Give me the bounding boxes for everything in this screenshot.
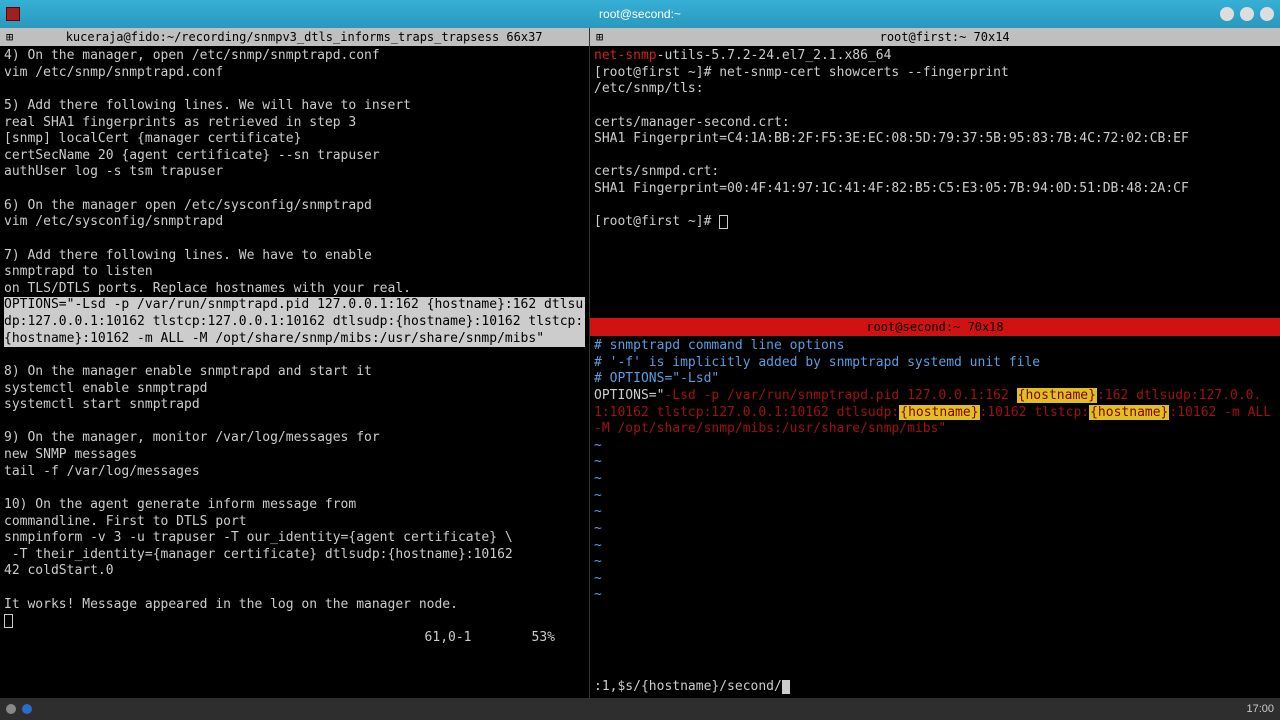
- tmux-layout-icon: ⊞: [590, 28, 609, 46]
- vim-tilde: ~: [594, 521, 602, 536]
- comment-line: # '-f' is implicitly added by snmptrapd …: [594, 355, 1040, 370]
- right-top-pane: ⊞ root@first:~ 70x14 net-snmp-utils-5.7.…: [590, 28, 1280, 318]
- comment-line: # snmptrapd command line options: [594, 338, 844, 353]
- taskbar-icon[interactable]: [22, 704, 32, 714]
- maximize-button[interactable]: [1240, 7, 1254, 21]
- vim-percent: 53%: [532, 630, 555, 647]
- vim-cursor: [4, 614, 13, 628]
- options-key: OPTIONS=": [594, 388, 664, 403]
- shell-cursor: [719, 215, 728, 229]
- vim-command-line[interactable]: :1,$s/{hostname}/second/: [594, 679, 782, 694]
- output-line: SHA1 Fingerprint=00:4F:41:97:1C:41:4F:82…: [594, 181, 1189, 196]
- options-seg: -Lsd -p /var/run/snmptrapd.pid 127.0.0.1…: [664, 388, 1016, 403]
- right-bottom-pane: root@second:~ 70x18 # snmptrapd command …: [590, 318, 1280, 698]
- shell-prompt: [root@first ~]#: [594, 65, 719, 80]
- vim-position: 61,0-1: [425, 630, 472, 647]
- minimize-button[interactable]: [1220, 7, 1234, 21]
- window-titlebar: root@second:~: [0, 0, 1280, 28]
- taskbar[interactable]: 17:00: [0, 698, 1280, 720]
- vim-tilde: ~: [594, 538, 602, 553]
- vim-tilde: ~: [594, 554, 602, 569]
- hostname-placeholder: {hostname}: [1017, 388, 1097, 403]
- vim-tilde: ~: [594, 504, 602, 519]
- pkg-name: net-snmp: [594, 48, 657, 63]
- output-line: /etc/snmp/tls:: [594, 81, 704, 96]
- comment-line: # OPTIONS="-Lsd": [594, 371, 719, 386]
- left-pane: ⊞ kuceraja@fido:~/recording/snmpv3_dtls_…: [0, 28, 590, 698]
- close-button[interactable]: [1260, 7, 1274, 21]
- app-icon: [6, 7, 20, 21]
- output-line: certs/snmpd.crt:: [594, 164, 719, 179]
- right-bottom-title-text: root@second:~ 70x18: [590, 318, 1280, 336]
- vim-tilde: ~: [594, 587, 602, 602]
- vim-tilde: ~: [594, 471, 602, 486]
- window-controls: [1220, 7, 1274, 21]
- vim-tilde: ~: [594, 571, 602, 586]
- hostname-placeholder: {hostname}: [899, 405, 979, 420]
- taskbar-icon[interactable]: [6, 704, 16, 714]
- vim-tilde: ~: [594, 438, 602, 453]
- right-bottom-terminal[interactable]: # snmptrapd command line options # '-f' …: [590, 336, 1280, 698]
- window-title: root@second:~: [599, 7, 681, 21]
- vim-cmd-cursor: [782, 680, 790, 694]
- shell-prompt: [root@first ~]#: [594, 214, 719, 229]
- output-line: SHA1 Fingerprint=C4:1A:BB:2F:F5:3E:EC:08…: [594, 131, 1189, 146]
- shell-command: net-snmp-cert showcerts --fingerprint: [719, 65, 1009, 80]
- tmux-layout-icon: ⊞: [0, 28, 19, 46]
- clock: 17:00: [1246, 703, 1274, 715]
- output-line: certs/manager-second.crt:: [594, 115, 790, 130]
- pkg-version: -utils-5.7.2-24.el7_2.1.x86_64: [657, 48, 892, 63]
- left-pane-title: ⊞ kuceraja@fido:~/recording/snmpv3_dtls_…: [0, 28, 589, 46]
- vim-tilde: ~: [594, 454, 602, 469]
- right-bottom-title: root@second:~ 70x18: [590, 318, 1280, 336]
- left-pane-title-text: kuceraja@fido:~/recording/snmpv3_dtls_in…: [19, 28, 589, 46]
- vim-tilde: ~: [594, 488, 602, 503]
- options-seg: :10162 tlstcp:: [980, 405, 1090, 420]
- right-top-title: ⊞ root@first:~ 70x14: [590, 28, 1280, 46]
- right-top-title-text: root@first:~ 70x14: [609, 28, 1280, 46]
- hostname-placeholder: {hostname}: [1089, 405, 1169, 420]
- right-top-terminal[interactable]: net-snmp-utils-5.7.2-24.el7_2.1.x86_64 […: [590, 46, 1280, 318]
- left-terminal[interactable]: 4) On the manager, open /etc/snmp/snmptr…: [0, 46, 589, 698]
